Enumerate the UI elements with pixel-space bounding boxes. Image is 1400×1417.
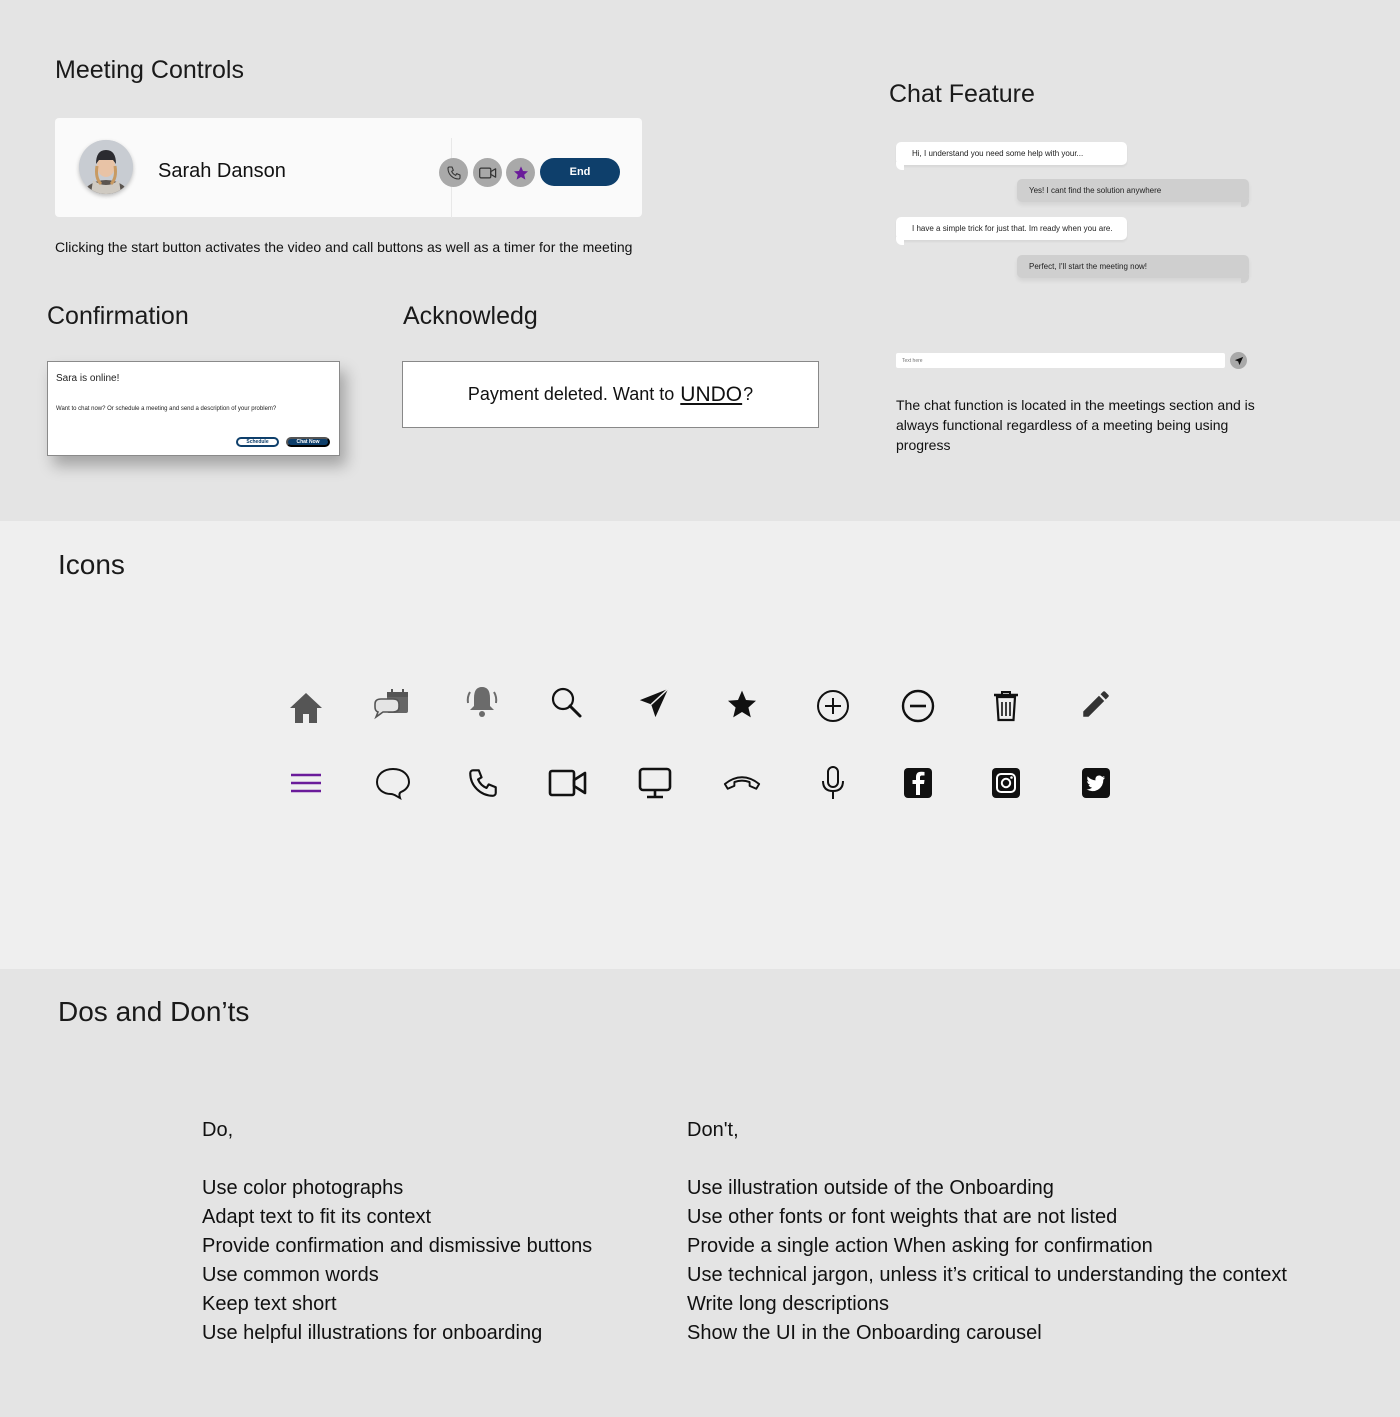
pencil-icon	[1076, 684, 1116, 724]
list-item: Use color photographs	[202, 1177, 404, 1199]
chat-bubble-icon	[373, 763, 413, 803]
participant-name: Sarah Danson	[158, 160, 286, 182]
chat-now-button[interactable]: Chat Now	[286, 437, 330, 447]
phone-icon	[463, 763, 503, 803]
microphone-icon	[813, 763, 853, 803]
do-column: Do, Use color photographs Adapt text to …	[202, 1116, 592, 1348]
list-item: Use common words	[202, 1264, 379, 1286]
chat-feature-heading: Chat Feature	[889, 80, 1035, 108]
list-item: Use helpful illustrations for onboarding	[202, 1322, 543, 1344]
dont-column: Don't, Use illustration outside of the O…	[687, 1116, 1287, 1348]
chat-input[interactable]	[896, 353, 1225, 368]
list-item: Keep text short	[202, 1293, 337, 1315]
hang-up-icon	[722, 763, 762, 803]
phone-icon	[446, 165, 461, 180]
favorite-button[interactable]	[506, 158, 535, 187]
twitter-icon	[1076, 763, 1116, 803]
schedule-button[interactable]: Schedule	[236, 437, 279, 447]
list-item: Adapt text to fit its context	[202, 1206, 432, 1228]
chat-message-incoming: Hi, I understand you need some help with…	[896, 142, 1127, 170]
search-icon	[546, 682, 586, 722]
undo-link[interactable]: UNDO	[680, 383, 742, 407]
icons-section	[0, 521, 1400, 969]
list-item: Provide a single action When asking for …	[687, 1235, 1153, 1257]
confirmation-title: Sara is online!	[56, 373, 120, 384]
notification-bell-icon	[462, 682, 502, 722]
chat-message-outgoing: Yes! I cant find the solution anywhere	[1017, 179, 1249, 207]
chat-message-incoming: I have a simple trick for just that. Im …	[896, 217, 1127, 245]
snackbar-question-mark: ?	[743, 384, 754, 404]
dont-heading: Don't,	[687, 1119, 739, 1141]
end-button[interactable]: End	[540, 158, 620, 186]
video-camera-icon	[478, 167, 496, 178]
confirmation-body: Want to chat now? Or schedule a meeting …	[56, 406, 277, 412]
chat-calendar-icon	[372, 685, 412, 725]
avatar	[79, 140, 133, 194]
snackbar-text: Payment deleted. Want to	[467, 384, 675, 404]
list-item: Use illustration outside of the Onboardi…	[687, 1177, 1054, 1199]
trash-icon	[986, 686, 1026, 726]
plus-circle-icon	[813, 686, 853, 726]
meeting-caption: Clicking the start button activates the …	[55, 239, 633, 255]
minus-circle-icon	[898, 686, 938, 726]
star-icon	[513, 165, 528, 180]
instagram-icon	[986, 763, 1026, 803]
list-item: Write long descriptions	[687, 1293, 889, 1315]
send-icon	[1234, 356, 1243, 365]
video-camera-icon	[548, 763, 588, 803]
facebook-icon	[898, 763, 938, 803]
video-button[interactable]	[473, 158, 502, 187]
meeting-controls-heading: Meeting Controls	[55, 56, 244, 84]
list-item: Use technical jargon, unless it’s critic…	[687, 1264, 1287, 1286]
do-heading: Do,	[202, 1119, 234, 1141]
chat-send-button[interactable]	[1230, 352, 1247, 369]
monitor-icon	[635, 763, 675, 803]
icons-heading: Icons	[58, 549, 125, 580]
list-item: Show the UI in the Onboarding carousel	[687, 1322, 1042, 1344]
dos-donts-heading: Dos and Don’ts	[58, 996, 250, 1027]
confirmation-dialog: Sara is online! Want to chat now? Or sch…	[47, 361, 340, 456]
confirmation-heading: Confirmation	[47, 302, 189, 330]
snackbar: Payment deleted. Want to UNDO ?	[402, 361, 819, 428]
meeting-card: Sarah Danson End	[55, 118, 642, 218]
chat-message-outgoing: Perfect, I'll start the meeting now!	[1017, 255, 1249, 283]
list-item: Provide confirmation and dismissive butt…	[202, 1235, 593, 1257]
chat-caption: The chat function is located in the meet…	[896, 397, 1255, 453]
acknowledg-heading: Acknowledg	[403, 302, 538, 330]
send-icon	[634, 683, 674, 723]
home-icon	[286, 688, 326, 728]
menu-icon	[286, 763, 326, 803]
star-icon	[722, 684, 762, 724]
list-item: Use other fonts or font weights that are…	[687, 1206, 1118, 1228]
call-button[interactable]	[439, 158, 468, 187]
